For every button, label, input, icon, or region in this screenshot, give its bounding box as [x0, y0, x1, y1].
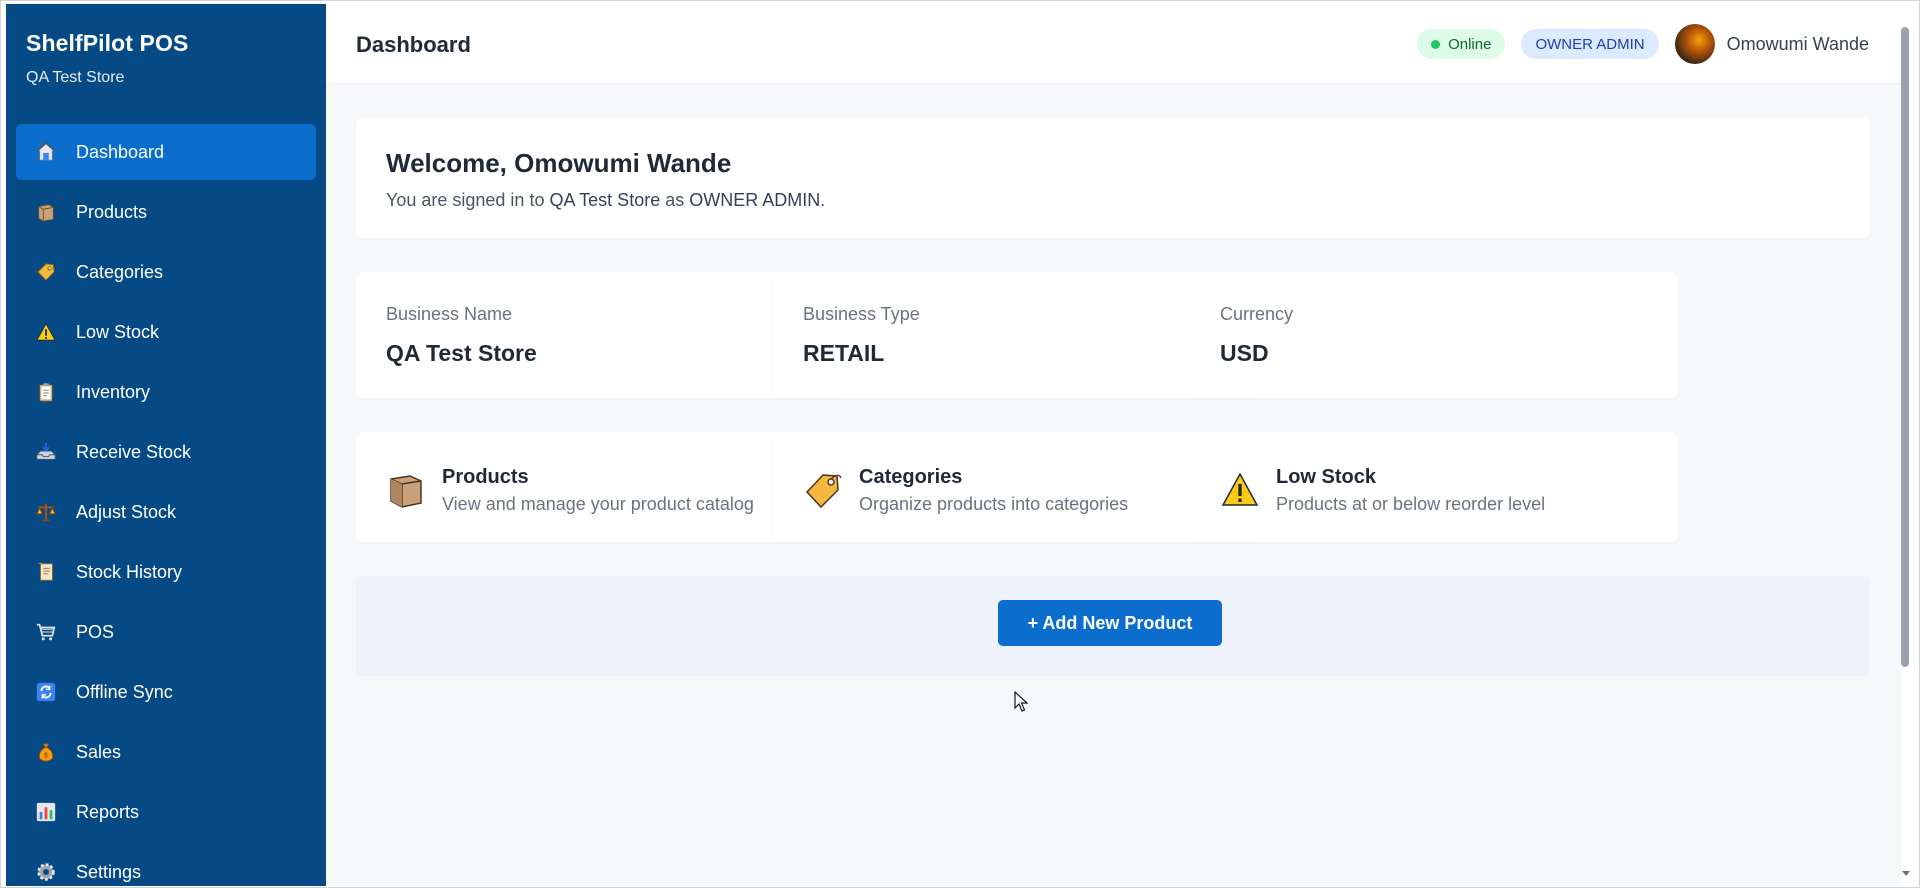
- sidebar-item-label: Stock History: [76, 561, 183, 582]
- clipboard-icon: [34, 380, 58, 404]
- status-text: Online: [1448, 35, 1492, 53]
- welcome-role: OWNER ADMIN: [689, 190, 821, 210]
- welcome-suffix: .: [820, 190, 826, 210]
- sidebar-item-stock-history[interactable]: Stock History: [16, 544, 316, 600]
- categories-link-card[interactable]: Categories Organize products into catego…: [773, 432, 1261, 542]
- info-label: Business Type: [803, 304, 920, 324]
- scroll-icon: [34, 560, 58, 584]
- sidebar-item-inventory[interactable]: Inventory: [16, 364, 316, 420]
- sidebar-item-adjust-stock[interactable]: Adjust Stock: [16, 484, 316, 540]
- sidebar-item-label: Inventory: [76, 381, 151, 402]
- products-link-card[interactable]: Products View and manage your product ca…: [356, 432, 844, 542]
- sidebar-item-label: Reports: [76, 801, 140, 822]
- header-status-area: Online OWNER ADMIN Omowumi Wande: [1417, 24, 1869, 64]
- store-name: QA Test Store: [26, 69, 125, 86]
- sidebar-item-dashboard[interactable]: Dashboard: [16, 124, 316, 180]
- main-content: Welcome, Omowumi Wande You are signed in…: [326, 84, 1901, 886]
- welcome-store: QA Test Store: [549, 190, 661, 210]
- low-stock-link-card[interactable]: Low Stock Products at or below reorder l…: [1190, 432, 1678, 542]
- sidebar-item-offline-sync[interactable]: Offline Sync: [16, 664, 316, 720]
- tag-icon: [803, 470, 843, 510]
- welcome-card: Welcome, Omowumi Wande You are signed in…: [356, 118, 1870, 238]
- sidebar-item-pos[interactable]: POS: [16, 604, 316, 660]
- info-value: QA Test Store: [386, 340, 537, 366]
- box-icon: [34, 200, 58, 224]
- app-frame: ShelfPilot POS QA Test Store Dashboard P…: [0, 0, 1920, 888]
- sidebar-item-settings[interactable]: Settings: [16, 844, 316, 886]
- sidebar-item-receive-stock[interactable]: Receive Stock: [16, 424, 316, 480]
- link-title: Products: [442, 466, 529, 488]
- box-icon: [386, 470, 426, 510]
- info-value: USD: [1220, 340, 1269, 366]
- page-title: Dashboard: [356, 32, 471, 57]
- link-title: Categories: [859, 466, 963, 488]
- link-title: Low Stock: [1276, 466, 1377, 488]
- sidebar-item-sales[interactable]: $ Sales: [16, 724, 316, 780]
- link-desc: Organize products into categories: [859, 494, 1129, 514]
- page-scrollbar[interactable]: [1899, 21, 1911, 671]
- sidebar-item-label: Adjust Stock: [76, 501, 177, 522]
- sidebar-item-label: Low Stock: [76, 321, 160, 342]
- warning-icon: [34, 320, 58, 344]
- scale-icon: [34, 500, 58, 524]
- warning-icon: [1220, 470, 1260, 510]
- link-desc: View and manage your product catalog: [442, 494, 754, 514]
- scrollbar-thumb[interactable]: [1901, 27, 1909, 667]
- welcome-prefix: You are signed in to: [386, 190, 545, 210]
- gear-icon: [34, 860, 58, 884]
- sidebar-item-products[interactable]: Products: [16, 184, 316, 240]
- sync-icon: [34, 680, 58, 704]
- info-label: Business Name: [386, 304, 513, 324]
- sidebar-item-categories[interactable]: Categories: [16, 244, 316, 300]
- welcome-middle: as: [665, 190, 685, 210]
- cart-icon: [34, 620, 58, 644]
- home-icon: [34, 140, 58, 164]
- sidebar-item-reports[interactable]: Reports: [16, 784, 316, 840]
- sidebar-item-label: Dashboard: [76, 141, 165, 162]
- mouse-cursor-icon: [1014, 690, 1030, 713]
- sidebar-nav: Dashboard Products Categories Low Stock: [16, 124, 316, 886]
- add-new-product-button[interactable]: + Add New Product: [998, 600, 1222, 646]
- tag-icon: [34, 260, 58, 284]
- sidebar-item-label: Sales: [76, 741, 122, 762]
- welcome-title: Welcome, Omowumi Wande: [386, 148, 732, 178]
- bar-chart-icon: [34, 800, 58, 824]
- business-name-card: Business Name QA Test Store: [356, 272, 844, 398]
- info-label: Currency: [1220, 304, 1294, 324]
- info-value: RETAIL: [803, 340, 885, 366]
- avatar[interactable]: [1674, 24, 1715, 64]
- scroll-down-icon[interactable]: [1901, 865, 1911, 876]
- sidebar-item-label: Categories: [76, 261, 164, 282]
- sidebar-item-label: Products: [76, 201, 148, 222]
- status-badge: Online: [1417, 29, 1506, 59]
- role-badge: OWNER ADMIN: [1521, 29, 1659, 59]
- sidebar-item-label: Settings: [76, 861, 142, 882]
- welcome-message: You are signed in to QA Test Store as OW…: [386, 190, 825, 211]
- sidebar-item-low-stock[interactable]: Low Stock: [16, 304, 316, 360]
- user-name[interactable]: Omowumi Wande: [1727, 34, 1869, 55]
- brand: ShelfPilot POS QA Test Store: [26, 30, 188, 87]
- sidebar-item-label: Receive Stock: [76, 441, 192, 462]
- sidebar-item-label: POS: [76, 621, 115, 642]
- online-dot-icon: [1431, 39, 1441, 49]
- top-header: Dashboard Online OWNER ADMIN Omowumi Wan…: [326, 4, 1901, 84]
- quick-action-band: + Add New Product: [356, 576, 1870, 676]
- sidebar: ShelfPilot POS QA Test Store Dashboard P…: [6, 4, 326, 886]
- app-title: ShelfPilot POS: [26, 30, 189, 56]
- svg-text:$: $: [44, 751, 49, 760]
- inbox-tray-icon: [34, 440, 58, 464]
- link-desc: Products at or below reorder level: [1276, 494, 1546, 514]
- money-bag-icon: $: [34, 740, 58, 764]
- currency-card: Currency USD: [1190, 272, 1678, 398]
- sidebar-item-label: Offline Sync: [76, 681, 173, 702]
- business-type-card: Business Type RETAIL: [773, 272, 1261, 398]
